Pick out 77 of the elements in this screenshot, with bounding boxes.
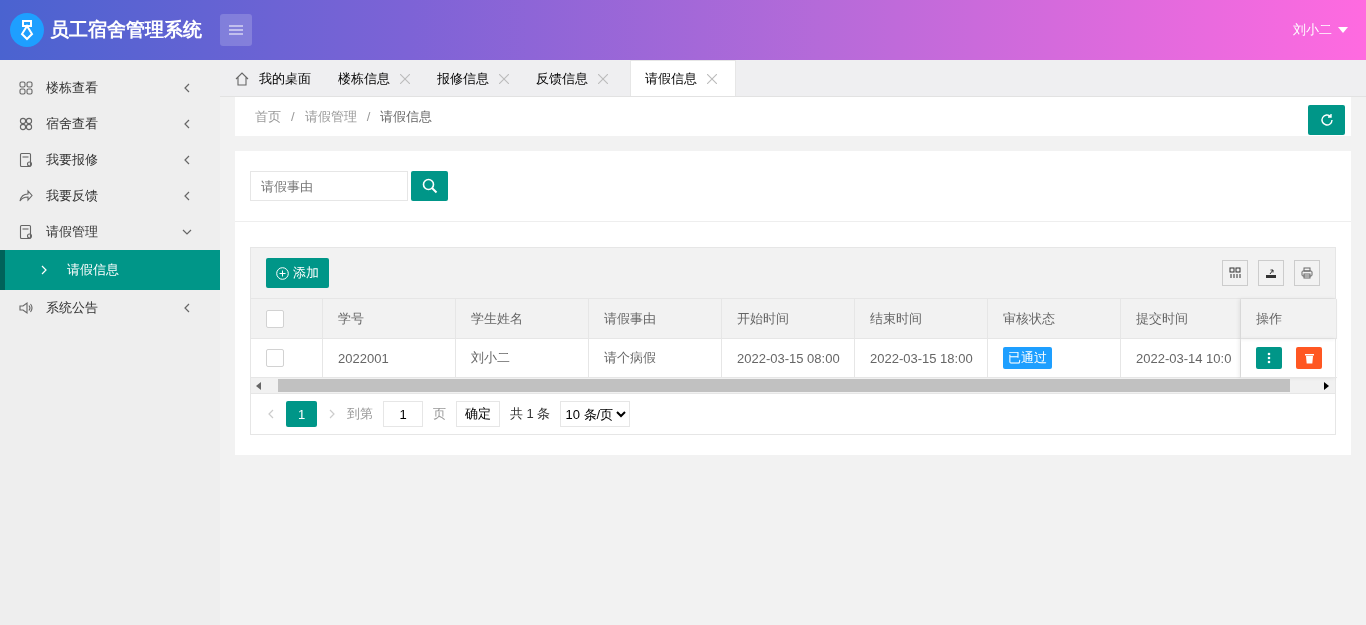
tie-icon — [10, 13, 44, 47]
chevron-left-icon — [182, 303, 192, 313]
close-icon[interactable] — [707, 73, 717, 84]
close-icon[interactable] — [400, 73, 410, 84]
tab[interactable]: 楼栋信息 — [333, 61, 428, 96]
menu-button[interactable] — [220, 14, 252, 46]
prev-page-icon — [266, 409, 276, 419]
page-input[interactable]: 1 — [383, 401, 423, 427]
chevron-left-icon — [182, 191, 192, 201]
tab[interactable]: 反馈信息 — [531, 61, 626, 96]
page-button[interactable]: 1 — [286, 401, 317, 427]
chevron-left-icon — [182, 83, 192, 93]
total-count: 共 1 条 — [510, 405, 551, 423]
sidebar-item[interactable]: 我要报修 — [0, 142, 220, 178]
search-button[interactable] — [411, 171, 448, 201]
table-cell: 2022001 — [338, 350, 389, 366]
table-cell: 2022-03-14 10:0 — [1136, 350, 1232, 366]
table-cell: 请个病假 — [604, 349, 656, 367]
page-label: 页 — [433, 405, 446, 423]
column-header: 提交时间 — [1136, 309, 1188, 328]
page-size-select[interactable]: 10 条/页 — [560, 401, 631, 427]
sidebar-item[interactable]: 宿舍查看 — [0, 106, 220, 142]
add-button[interactable]: 添加 — [266, 258, 329, 288]
app-title: 员工宿舍管理系统 — [50, 18, 202, 42]
sidebar-item[interactable]: 楼栋查看 — [0, 70, 220, 106]
column-header: 学号 — [338, 309, 364, 328]
table-cell: 2022-03-15 08:00 — [737, 350, 840, 366]
table-cell: 刘小二 — [471, 349, 510, 367]
chevron-left-icon — [182, 155, 192, 165]
horizontal-scrollbar[interactable] — [251, 378, 1335, 394]
goto-label: 到第 — [347, 405, 373, 423]
next-page-icon — [327, 409, 337, 419]
caret-icon — [1338, 27, 1348, 33]
more-icon — [1267, 352, 1271, 364]
plus-circle-icon — [276, 266, 289, 280]
columns-icon — [1229, 267, 1241, 279]
tab[interactable]: 请假信息 — [630, 60, 736, 96]
column-header: 操作 — [1256, 309, 1282, 328]
tab[interactable]: 我的桌面 — [230, 61, 329, 96]
column-header: 学生姓名 — [471, 309, 523, 328]
table-cell: 2022-03-15 18:00 — [870, 350, 973, 366]
column-header: 开始时间 — [737, 309, 789, 328]
checkbox[interactable] — [266, 309, 284, 328]
breadcrumb-link[interactable]: 请假信息 — [380, 107, 433, 126]
export-icon — [1265, 267, 1277, 279]
column-header: 结束时间 — [870, 309, 922, 328]
refresh-icon — [1319, 112, 1334, 127]
tab[interactable]: 报修信息 — [432, 61, 527, 96]
sidebar-subitem[interactable]: 请假信息 — [0, 250, 220, 290]
breadcrumb-separator: / — [291, 109, 295, 124]
sidebar-item[interactable]: 我要反馈 — [0, 178, 220, 214]
column-header: 请假事由 — [604, 309, 656, 328]
delete-button[interactable] — [1296, 347, 1322, 369]
more-button[interactable] — [1256, 347, 1282, 369]
search-icon — [421, 178, 438, 194]
export-button[interactable] — [1258, 260, 1284, 286]
checkbox[interactable] — [266, 349, 284, 367]
confirm-button[interactable]: 确定 — [456, 401, 500, 427]
close-icon[interactable] — [598, 73, 608, 84]
chevron-left-icon — [182, 119, 192, 129]
close-icon[interactable] — [499, 73, 509, 84]
status-badge: 已通过 — [1003, 347, 1052, 369]
trash-icon — [1303, 352, 1315, 364]
chevron-right-icon — [39, 265, 49, 275]
refresh-button[interactable] — [1308, 104, 1345, 135]
chevron-down-icon — [182, 227, 192, 237]
columns-button[interactable] — [1222, 260, 1248, 286]
scroll-right-icon[interactable] — [1324, 381, 1330, 390]
column-header: 审核状态 — [1003, 309, 1055, 328]
search-field[interactable]: 请假事由 — [250, 171, 408, 201]
sidebar-item[interactable]: 请假管理 — [0, 214, 220, 250]
print-button[interactable] — [1294, 260, 1320, 286]
home-icon — [235, 71, 249, 86]
sidebar-item[interactable]: 系统公告 — [0, 290, 220, 326]
breadcrumb-separator: / — [366, 109, 371, 124]
printer-icon — [1301, 267, 1313, 279]
scroll-left-icon[interactable] — [256, 381, 262, 390]
